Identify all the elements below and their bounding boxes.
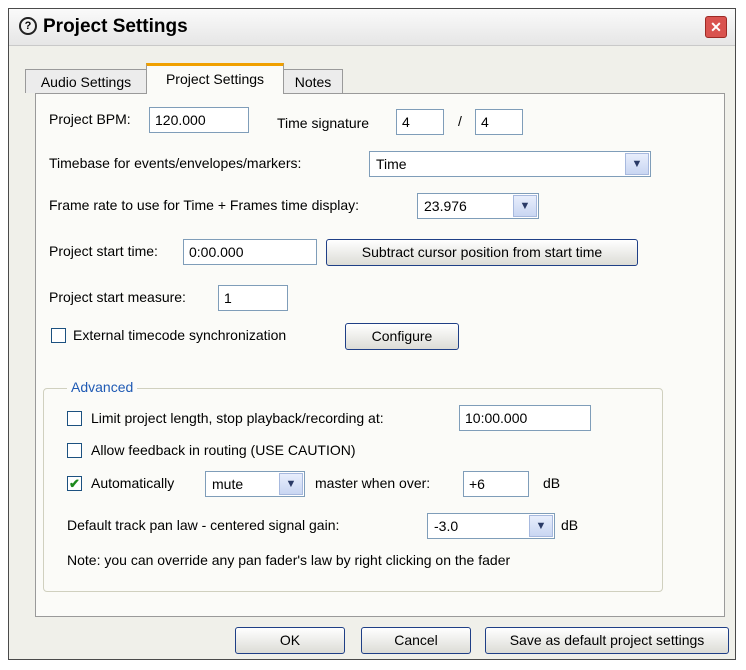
start-time-field[interactable]: 0:00.000 [183, 239, 317, 265]
start-time-label: Project start time: [49, 243, 158, 259]
auto-action-dropdown[interactable]: mute ▼ [205, 471, 305, 497]
start-measure-field[interactable]: 1 [218, 285, 288, 311]
tab-notes[interactable]: Notes [283, 69, 343, 93]
frame-rate-label: Frame rate to use for Time + Frames time… [49, 197, 360, 213]
chevron-down-icon[interactable]: ▼ [513, 195, 537, 217]
ok-button[interactable]: OK [235, 627, 345, 654]
master-when-over-label: master when over: [315, 475, 431, 491]
save-default-button[interactable]: Save as default project settings [485, 627, 729, 654]
db-unit-label: dB [543, 475, 561, 491]
pan-law-unit-label: dB [561, 517, 579, 533]
advanced-group-title: Advanced [67, 379, 138, 395]
external-timecode-checkbox[interactable] [51, 328, 66, 343]
bpm-field[interactable]: 120.000 [149, 107, 249, 133]
tab-project-settings[interactable]: Project Settings [146, 63, 284, 94]
tab-audio-settings[interactable]: Audio Settings [25, 69, 147, 93]
limit-length-checkbox[interactable] [67, 411, 82, 426]
project-settings-window: ? Project Settings ✕ Audio Settings Proj… [8, 8, 736, 660]
time-signature-label: Time signature [277, 115, 370, 131]
master-threshold-field[interactable]: +6 [463, 471, 529, 497]
auto-action-selected-value: mute [212, 476, 244, 492]
automatically-label: Automatically [91, 475, 175, 491]
timebase-label: Timebase for events/envelopes/markers: [49, 155, 302, 171]
title-bar[interactable]: ? Project Settings ✕ [9, 9, 735, 46]
start-measure-label: Project start measure: [49, 289, 186, 305]
frame-rate-selected-value: 23.976 [424, 198, 467, 214]
external-timecode-label: External timecode synchronization [73, 327, 287, 343]
subtract-cursor-button[interactable]: Subtract cursor position from start time [326, 239, 638, 266]
close-button[interactable]: ✕ [705, 16, 727, 38]
limit-length-field[interactable]: 10:00.000 [459, 405, 591, 431]
timebase-dropdown[interactable]: Time ▼ [369, 151, 651, 177]
window-title: Project Settings [43, 16, 188, 37]
time-signature-numerator-field[interactable]: 4 [396, 109, 444, 135]
allow-feedback-checkbox[interactable] [67, 443, 82, 458]
limit-length-label: Limit project length, stop playback/reco… [91, 410, 384, 426]
chevron-down-icon[interactable]: ▼ [279, 473, 303, 495]
pan-law-label: Default track pan law - centered signal … [67, 517, 340, 533]
time-signature-denominator-field[interactable]: 4 [475, 109, 523, 135]
pan-law-note: Note: you can override any pan fader's l… [67, 552, 511, 568]
chevron-down-icon[interactable]: ▼ [529, 515, 553, 537]
timebase-selected-value: Time [376, 156, 407, 172]
cancel-button[interactable]: Cancel [361, 627, 471, 654]
chevron-down-icon[interactable]: ▼ [625, 153, 649, 175]
bpm-label: Project BPM: [49, 111, 131, 127]
pan-law-dropdown[interactable]: -3.0 ▼ [427, 513, 555, 539]
time-signature-separator: / [458, 113, 462, 129]
auto-mute-checkbox[interactable]: ✔ [67, 476, 82, 491]
app-icon: ? [19, 17, 37, 35]
allow-feedback-label: Allow feedback in routing (USE CAUTION) [91, 442, 356, 458]
pan-law-selected-value: -3.0 [434, 518, 459, 534]
configure-button[interactable]: Configure [345, 323, 459, 350]
frame-rate-dropdown[interactable]: 23.976 ▼ [417, 193, 539, 219]
